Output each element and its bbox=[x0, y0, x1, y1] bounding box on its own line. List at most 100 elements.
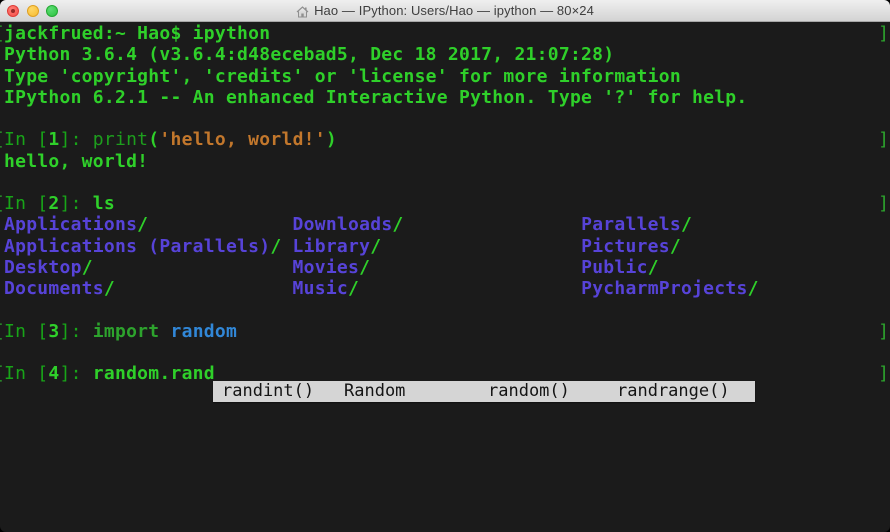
terminal-text-segment: / bbox=[648, 257, 659, 278]
prompt-mark-close-icon: ] bbox=[878, 129, 889, 150]
prompt-mark-open-icon: [ bbox=[0, 363, 5, 384]
terminal-text-segment: Type 'copyright', 'credits' or 'license'… bbox=[4, 66, 681, 87]
terminal-text-segment: Pictures bbox=[581, 236, 670, 257]
terminal-text-segment: ]: bbox=[60, 129, 93, 150]
terminal-text-segment: jackfrued:~ Hao$ ipython bbox=[4, 23, 270, 44]
terminal-text-segment bbox=[359, 278, 581, 299]
prompt-mark-close-icon: ] bbox=[878, 321, 889, 342]
terminal-line bbox=[4, 172, 886, 193]
terminal-text-segment: Desktop bbox=[4, 257, 82, 278]
terminal-line: []jackfrued:~ Hao$ ipython bbox=[4, 23, 886, 44]
terminal-text-segment: IPython 6.2.1 -- An enhanced Interactive… bbox=[4, 87, 748, 108]
terminal-text-segment: / bbox=[137, 214, 148, 235]
terminal-text-segment bbox=[115, 278, 293, 299]
terminal-text-segment: Parallels bbox=[581, 214, 681, 235]
terminal-text-segment: ]: bbox=[60, 363, 93, 384]
terminal-text-segment: Downloads bbox=[293, 214, 393, 235]
terminal-line: Desktop/ Movies/ Public/ bbox=[4, 257, 886, 278]
terminal-text-segment: / bbox=[348, 278, 359, 299]
minimize-icon[interactable] bbox=[27, 5, 39, 17]
terminal-line: Python 3.6.4 (v3.6.4:d48ecebad5, Dec 18 … bbox=[4, 44, 886, 65]
terminal-line bbox=[4, 491, 886, 512]
terminal-line: []In [3]: import random bbox=[4, 321, 886, 342]
terminal-text-segment bbox=[381, 236, 581, 257]
terminal-text-segment: ]: bbox=[60, 321, 93, 342]
terminal-text-segment: Music bbox=[293, 278, 349, 299]
completion-item[interactable]: randint() bbox=[222, 381, 314, 402]
terminal-text-segment: / bbox=[359, 257, 370, 278]
terminal-text-segment bbox=[93, 257, 293, 278]
prompt-mark-open-icon: [ bbox=[0, 321, 5, 342]
close-icon[interactable] bbox=[7, 5, 19, 17]
terminal-text-segment: random.rand bbox=[93, 363, 215, 384]
prompt-mark-close-icon: ] bbox=[878, 23, 889, 44]
home-icon[interactable] bbox=[296, 5, 309, 17]
terminal-line: Applications (Parallels)/ Library/ Pictu… bbox=[4, 236, 886, 257]
terminal-text-segment: print bbox=[93, 129, 149, 150]
terminal-line bbox=[4, 406, 886, 427]
terminal-line bbox=[4, 427, 886, 448]
zoom-icon[interactable] bbox=[46, 5, 58, 17]
terminal-line bbox=[4, 469, 886, 490]
terminal-text-segment: / bbox=[748, 278, 759, 299]
terminal-line bbox=[4, 342, 886, 363]
terminal-text-segment: In [ bbox=[4, 193, 48, 214]
prompt-mark-open-icon: [ bbox=[0, 129, 5, 150]
terminal-text-segment: 1 bbox=[48, 129, 59, 150]
prompt-mark-open-icon: [ bbox=[0, 193, 5, 214]
terminal-text-segment: Documents bbox=[4, 278, 104, 299]
terminal-line: Documents/ Music/ PycharmProjects/ bbox=[4, 278, 886, 299]
terminal-text-segment: Public bbox=[581, 257, 648, 278]
title-area: Hao — IPython: Users/Hao — ipython — 80×… bbox=[296, 3, 594, 18]
terminal-text-segment: 4 bbox=[48, 363, 59, 384]
terminal-text-segment: import bbox=[93, 321, 160, 342]
terminal-text-segment: Applications bbox=[4, 214, 137, 235]
window-title: Hao — IPython: Users/Hao — ipython — 80×… bbox=[314, 3, 594, 18]
terminal-text-segment: ) bbox=[326, 129, 337, 150]
terminal-text-segment: / bbox=[670, 236, 681, 257]
terminal-line bbox=[4, 299, 886, 320]
terminal-text-segment: 'hello, world!' bbox=[159, 129, 325, 150]
terminal-text-segment: / bbox=[681, 214, 692, 235]
terminal-line bbox=[4, 448, 886, 469]
completion-item[interactable]: randrange() bbox=[617, 381, 730, 402]
terminal-text-segment bbox=[281, 236, 292, 257]
terminal-text-segment: Library bbox=[293, 236, 371, 257]
terminal-line: []In [1]: print('hello, world!') bbox=[4, 129, 886, 150]
terminal-text-segment: / bbox=[392, 214, 403, 235]
terminal-line: Type 'copyright', 'credits' or 'license'… bbox=[4, 66, 886, 87]
terminal-text-segment: In [ bbox=[4, 363, 48, 384]
terminal-text-segment: In [ bbox=[4, 321, 48, 342]
completion-item[interactable]: random() bbox=[488, 381, 570, 402]
terminal-text-segment: 3 bbox=[48, 321, 59, 342]
prompt-mark-open-icon: [ bbox=[0, 23, 5, 44]
traffic-lights bbox=[7, 5, 58, 17]
terminal-text-segment: PycharmProjects bbox=[581, 278, 747, 299]
terminal-text-segment: ]: bbox=[60, 193, 93, 214]
terminal-line: []In [2]: ls bbox=[4, 193, 886, 214]
terminal-line: Applications/ Downloads/ Parallels/ bbox=[4, 214, 886, 235]
prompt-mark-close-icon: ] bbox=[878, 193, 889, 214]
prompt-mark-close-icon: ] bbox=[878, 363, 889, 384]
terminal-text-segment: ( bbox=[148, 129, 159, 150]
terminal-text-segment: In [ bbox=[4, 129, 48, 150]
terminal-text-segment bbox=[370, 257, 581, 278]
terminal-line bbox=[4, 108, 886, 129]
completion-popup: randint() Random random() randrange() bbox=[213, 381, 755, 402]
terminal-line: IPython 6.2.1 -- An enhanced Interactive… bbox=[4, 87, 886, 108]
terminal-text-segment: Movies bbox=[293, 257, 360, 278]
terminal-text-segment: ls bbox=[93, 193, 115, 214]
titlebar[interactable]: Hao — IPython: Users/Hao — ipython — 80×… bbox=[0, 0, 890, 22]
terminal-text-segment: hello, world! bbox=[4, 151, 148, 172]
terminal-text-segment: / bbox=[82, 257, 93, 278]
terminal-text-segment bbox=[159, 321, 170, 342]
terminal-text-segment bbox=[148, 214, 292, 235]
terminal-screen[interactable]: [] jackfrued:~ Hao$ ipythonPython 3.6.4 (… bbox=[0, 22, 890, 532]
terminal-text-segment: random bbox=[171, 321, 238, 342]
terminal-text-segment: / bbox=[370, 236, 381, 257]
completion-item[interactable]: Random bbox=[344, 381, 405, 402]
terminal-text-segment bbox=[404, 214, 582, 235]
terminal-line bbox=[4, 512, 886, 532]
terminal-text-segment: / bbox=[270, 236, 281, 257]
terminal-line: hello, world! bbox=[4, 151, 886, 172]
